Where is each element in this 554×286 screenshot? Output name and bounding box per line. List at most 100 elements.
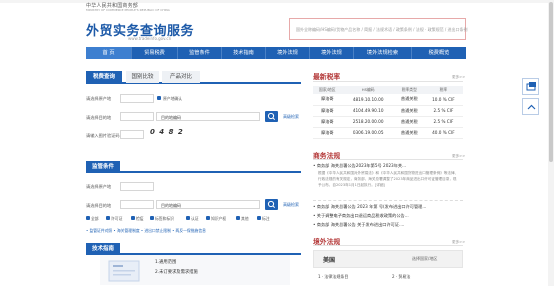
- import-checkbox-label: 原产地确认: [163, 96, 182, 101]
- country-select-label[interactable]: 选择国家/地区: [412, 256, 437, 262]
- cell-rate: 10.0 % CIF: [423, 94, 463, 106]
- nav-tariffs[interactable]: 贸易税费: [132, 47, 178, 59]
- cell-type: 普通关税: [394, 127, 424, 139]
- top-strip: [0, 0, 554, 3]
- dest-select[interactable]: [120, 112, 154, 121]
- tariff-search-button[interactable]: [265, 111, 278, 122]
- reg-origin-label: 请选择原产地: [86, 184, 112, 189]
- captcha-input[interactable]: [120, 130, 144, 139]
- news-summary: 根据《中华人民共和国对外贸易法》和《中华人民共和国货物进出口管理条例》等法律、行…: [318, 171, 459, 187]
- table-row[interactable]: 摩洛哥 4819.10.10.00 普通关税 10.0 % CIF: [313, 94, 463, 106]
- regulation-section-title[interactable]: 监管条件: [86, 161, 121, 173]
- dest-label: 请选择目的地: [86, 115, 112, 120]
- cond-label-license: 许可证: [111, 216, 123, 221]
- country-selector[interactable]: 美国 选择国家/地区: [313, 250, 463, 268]
- share-icon: [526, 82, 536, 91]
- reg-origin-select[interactable]: [120, 182, 154, 191]
- nav-foreign-laws[interactable]: 境外法规: [266, 47, 310, 59]
- cond-label-cert: 认证: [191, 216, 199, 221]
- import-checkbox[interactable]: [157, 96, 161, 100]
- rates-col-hs: HS编码: [341, 86, 395, 94]
- cell-type: 普通关税: [394, 116, 424, 128]
- cond-check-ip[interactable]: [206, 216, 210, 220]
- regulation-section-head: 监管条件: [86, 161, 301, 173]
- cond-check-other[interactable]: [236, 216, 240, 220]
- cell-rate: 2.5 % CIF: [423, 105, 463, 117]
- tech-guide-item[interactable]: 2.未订要求及需求措施: [155, 269, 198, 275]
- cell-type: 普通关税: [394, 105, 424, 117]
- reg-hs-code-input[interactable]: 目的地编码: [156, 200, 260, 209]
- table-row[interactable]: 摩洛哥 0306.19.00.05 普通关税 40.0 % CIF: [313, 127, 463, 139]
- tab-country-compare[interactable]: 国别比较: [126, 71, 159, 83]
- origin-select[interactable]: [120, 94, 154, 103]
- list-item[interactable]: • 商务部 海关总署公告2023年第5号 2023年关...: [313, 163, 406, 169]
- list-item[interactable]: • 关于调整电子商务出口退运商品税收政策的公告...: [313, 213, 409, 219]
- document-icon: [108, 260, 140, 282]
- tech-guide-title[interactable]: 技术指南: [86, 243, 121, 255]
- table-row[interactable]: 摩洛哥 2518.20.00.00 普通关税 2.5 % CIF: [313, 116, 463, 128]
- selected-country: 美国: [323, 257, 336, 264]
- hs-code-input[interactable]: 目的地编码: [156, 112, 260, 121]
- captcha-label: 请输入图片验证码: [86, 133, 120, 138]
- rates-col-type: 税率类型: [394, 86, 424, 94]
- cell-hs: 0306.19.00.05: [341, 127, 395, 139]
- cond-check-labeling[interactable]: [150, 216, 154, 220]
- site-url: www.tradeinfo.gov.cn: [128, 36, 172, 41]
- cond-check-all[interactable]: [86, 216, 90, 220]
- nav-home[interactable]: 首 页: [86, 47, 132, 59]
- hs-code-placeholder: 目的地编码: [161, 115, 181, 120]
- cond-check-mark[interactable]: [257, 216, 261, 220]
- cond-check-quarantine[interactable]: [131, 216, 135, 220]
- tab-tariff-query[interactable]: 税费查询: [86, 71, 122, 83]
- cell-type: 普通关税: [394, 94, 424, 106]
- cond-check-cert[interactable]: [186, 216, 190, 220]
- origin-label: 请选择原产地: [86, 96, 112, 101]
- rates-table: 国家/地区 HS编码 税率类型 税率 摩洛哥 4819.10.10.00 普通关…: [313, 86, 463, 139]
- latest-rates-more-link[interactable]: 更多>>: [452, 75, 465, 80]
- list-item[interactable]: • 商务部 海关总署公告 关于发布进出口许可证....: [313, 222, 404, 228]
- divider: [313, 245, 463, 246]
- nav-foreign-laws-2[interactable]: 境外法规: [310, 47, 354, 59]
- list-item[interactable]: • 商务部 海关总署公告 2023 年第 号(发布进出口许可管理...: [313, 204, 426, 210]
- cell-country: 摩洛哥: [313, 116, 342, 128]
- nav-regulations[interactable]: 监管条件: [178, 47, 222, 59]
- latest-rates-title: 最新税率: [313, 73, 341, 81]
- regulation-search-button[interactable]: [265, 199, 278, 210]
- global-search-input[interactable]: 国外全称编码/HS编码/货物产品名称 / 简报 / 法规术语 / 政策条例 / …: [289, 18, 468, 40]
- cell-rate: 40.0 % CIF: [423, 127, 463, 139]
- tariff-advanced-search-link[interactable]: 高级检索: [283, 114, 299, 120]
- cond-label-mark: 标注: [262, 216, 270, 221]
- search-icon: [267, 112, 276, 121]
- divider: [313, 200, 463, 201]
- cond-label-all: 全部: [91, 216, 99, 221]
- cell-hs: 4104.49.90.10: [341, 105, 395, 117]
- cell-hs: 2518.20.00.00: [341, 116, 395, 128]
- cond-check-license[interactable]: [106, 216, 110, 220]
- rates-col-country: 国家/地区: [313, 86, 342, 94]
- condition-checkboxes: 全部 许可证 检疫 标签和标识 认证 知识产权 其他 标注: [86, 216, 301, 222]
- reg-dest-select[interactable]: [120, 200, 154, 209]
- share-button[interactable]: [522, 78, 539, 95]
- cell-country: 摩洛哥: [313, 127, 342, 139]
- cond-label-quarantine: 检疫: [136, 216, 144, 221]
- reg-hs-code-placeholder: 目的地编码: [161, 203, 181, 208]
- foreign-law-item[interactable]: 1 · 法律法规条目: [318, 274, 348, 280]
- tech-guide-item[interactable]: 1.通用范围: [155, 259, 176, 265]
- divider: [313, 159, 463, 160]
- captcha-image[interactable]: 0 4 8 2: [150, 128, 184, 136]
- ministry-name-en: MINISTRY OF COMMERCE PEOPLE'S REPUBLIC O…: [86, 8, 170, 12]
- regulation-quick-links[interactable]: • 监管证件对照 • 海关管理制度 • 进出口禁止限制 • 两反一保措施信息: [86, 228, 206, 234]
- back-to-top-button[interactable]: [522, 98, 539, 115]
- divider: [313, 81, 463, 82]
- rates-header-row: 国家/地区 HS编码 税率类型 税率: [313, 86, 463, 94]
- foreign-law-item[interactable]: 2 · 贸易法: [392, 274, 410, 280]
- cond-label-labeling: 标签和标识: [155, 216, 174, 221]
- nav-tariff-overview[interactable]: 税费概览: [412, 47, 466, 59]
- tech-guide-box: 1.通用范围 2.未订要求及需求措施: [100, 255, 290, 285]
- nav-law-search[interactable]: 境外法规检索: [354, 47, 412, 59]
- scrollbar-thumb[interactable]: [549, 2, 553, 162]
- tab-product-compare[interactable]: 产品对比: [162, 71, 200, 83]
- nav-tech-guide[interactable]: 技术指南: [222, 47, 266, 59]
- reg-advanced-search-link[interactable]: 高级检索: [283, 202, 299, 208]
- table-row[interactable]: 摩洛哥 4104.49.90.10 普通关税 2.5 % CIF: [313, 105, 463, 117]
